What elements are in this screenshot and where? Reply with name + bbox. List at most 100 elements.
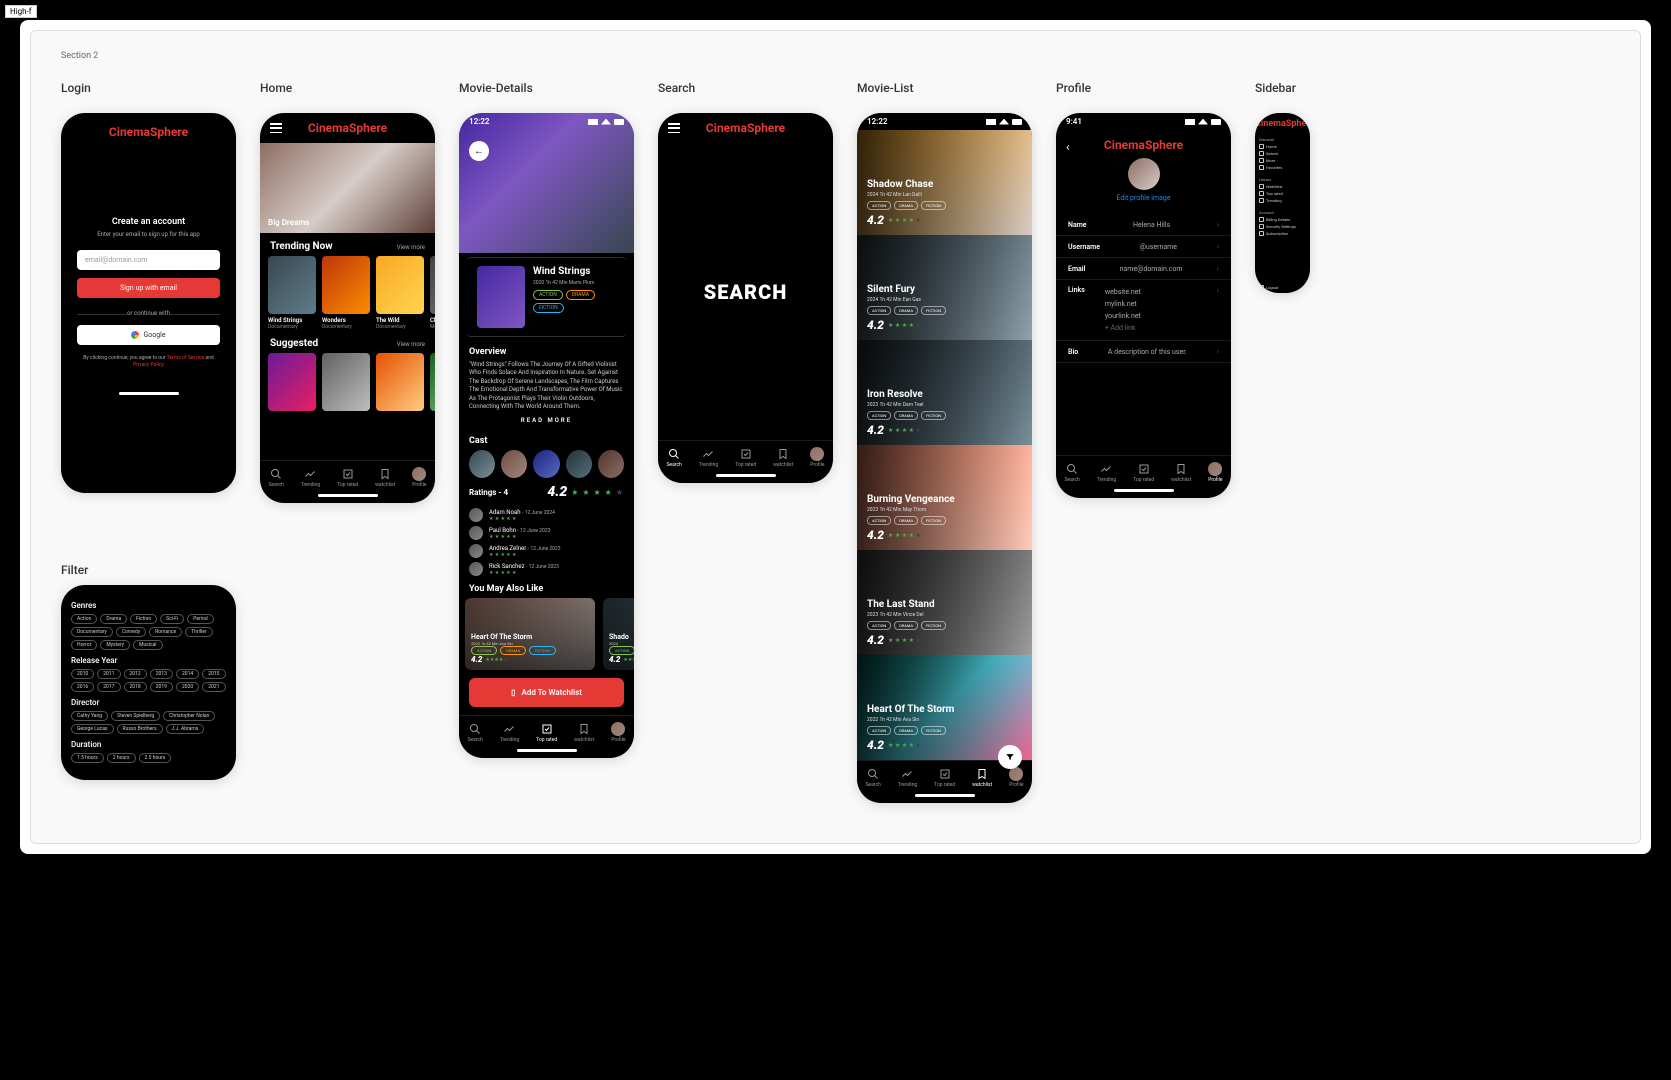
- movie-card[interactable]: Iron Resolve2023 1h 42 Min Dam TeelACTIO…: [857, 340, 1032, 445]
- filter-chip[interactable]: Christopher Nolan: [163, 711, 215, 721]
- add-link-button[interactable]: + Add link: [1105, 322, 1217, 334]
- filter-chip[interactable]: Sci-Fi: [160, 614, 184, 624]
- hero-banner[interactable]: Big Dreams: [260, 143, 435, 233]
- cast-avatar[interactable]: [533, 450, 559, 478]
- filter-chip[interactable]: 2015: [202, 669, 225, 679]
- sidebar-item[interactable]: Security Settings: [1259, 223, 1306, 230]
- movie-card[interactable]: The Last Stand2023 1h 42 Min Vince DelAC…: [857, 550, 1032, 655]
- filter-chip[interactable]: Musical: [133, 640, 162, 650]
- add-watchlist-button[interactable]: ▯ Add To Watchlist: [469, 678, 624, 707]
- filter-chip[interactable]: Mystery: [100, 640, 130, 650]
- view-more-link[interactable]: View more: [397, 244, 425, 251]
- filter-chip[interactable]: Action: [71, 614, 97, 624]
- signup-button[interactable]: Sign up with email: [77, 278, 220, 298]
- menu-icon[interactable]: [668, 123, 680, 133]
- filter-chip[interactable]: 2013: [150, 669, 173, 679]
- filter-chip[interactable]: 2012: [124, 669, 147, 679]
- nav-trending[interactable]: Trending: [699, 447, 718, 468]
- filter-chip[interactable]: Romance: [149, 627, 182, 637]
- sidebar-item[interactable]: Favorites: [1259, 164, 1306, 171]
- cast-avatar[interactable]: [469, 450, 495, 478]
- nav-watchlist[interactable]: watchlist: [375, 467, 395, 488]
- nav-top rated[interactable]: Top rated: [934, 767, 955, 788]
- nav-top rated[interactable]: Top rated: [735, 447, 756, 468]
- filter-chip[interactable]: 2 hours: [107, 753, 136, 763]
- genre-chip[interactable]: DRAMA: [566, 290, 595, 300]
- cast-avatar[interactable]: [598, 450, 624, 478]
- cast-avatar[interactable]: [501, 450, 527, 478]
- poster-card[interactable]: WondersDocumentary: [322, 256, 370, 330]
- sidebar-item[interactable]: Home: [1259, 143, 1306, 150]
- nav-profile[interactable]: Profile: [1009, 767, 1023, 788]
- back-button[interactable]: ‹: [1066, 140, 1070, 154]
- filter-chip[interactable]: 2011: [97, 669, 120, 679]
- sidebar-item[interactable]: Top rated: [1259, 190, 1306, 197]
- profile-link[interactable]: website.net: [1105, 286, 1217, 298]
- filter-chip[interactable]: Drama: [100, 614, 127, 624]
- edit-image-link[interactable]: Edit profile image: [1068, 194, 1219, 202]
- cast-avatar[interactable]: [566, 450, 592, 478]
- nav-top rated[interactable]: Top rated: [1133, 462, 1154, 483]
- sidebar-item[interactable]: Watchlist: [1259, 183, 1306, 190]
- filter-chip[interactable]: Documentary: [71, 627, 113, 637]
- profile-avatar[interactable]: [1128, 158, 1160, 190]
- filter-chip[interactable]: Thriller: [185, 627, 212, 637]
- nav-search[interactable]: Search: [666, 447, 681, 468]
- nav-search[interactable]: Search: [467, 722, 482, 743]
- nav-search[interactable]: Search: [1064, 462, 1079, 483]
- poster-card[interactable]: [376, 353, 424, 411]
- filter-chip[interactable]: Russo Brothers: [117, 724, 163, 734]
- filter-chip[interactable]: 2.5 hours: [139, 753, 172, 763]
- movie-card[interactable]: Shadow Chase2024 1h 42 Min Lan DalliACTI…: [857, 130, 1032, 235]
- filter-chip[interactable]: J.J. Abrams: [166, 724, 205, 734]
- poster-card[interactable]: [322, 353, 370, 411]
- google-button[interactable]: Google: [77, 325, 220, 345]
- nav-profile[interactable]: Profile: [1208, 462, 1222, 483]
- filter-chip[interactable]: 2019: [150, 682, 173, 692]
- movie-card[interactable]: Silent Fury2024 1h 42 Min Ean GasACTIOND…: [857, 235, 1032, 340]
- profile-link[interactable]: yourlink.net: [1105, 310, 1217, 322]
- filter-chip[interactable]: 2017: [97, 682, 120, 692]
- filter-chip[interactable]: 2010: [71, 669, 94, 679]
- filter-chip[interactable]: Horror: [71, 640, 97, 650]
- filter-chip[interactable]: 2016: [71, 682, 94, 692]
- logout-button[interactable]: Logout: [1259, 284, 1306, 291]
- nav-trending[interactable]: Trending: [1097, 462, 1116, 483]
- filter-fab[interactable]: [998, 745, 1022, 769]
- filter-chip[interactable]: 2018: [124, 682, 147, 692]
- filter-chip[interactable]: Comedy: [116, 627, 146, 637]
- nav-profile[interactable]: Profile: [611, 722, 625, 743]
- view-more-link[interactable]: View more: [397, 341, 425, 348]
- sidebar-item[interactable]: Subscription: [1259, 230, 1306, 237]
- poster-card[interactable]: [430, 353, 435, 411]
- movie-card[interactable]: Burning Vengeance2023 1h 42 Min May Thom…: [857, 445, 1032, 550]
- profile-link[interactable]: mylink.net: [1105, 298, 1217, 310]
- nav-trending[interactable]: Trending: [500, 722, 519, 743]
- nav-watchlist[interactable]: watchlist: [574, 722, 594, 743]
- filter-chip[interactable]: Period: [187, 614, 213, 624]
- nav-search[interactable]: Search: [268, 467, 283, 488]
- sidebar-item[interactable]: More: [1259, 157, 1306, 164]
- back-button[interactable]: ←: [469, 141, 489, 161]
- recommendation-card[interactable]: Shado2024 ACTIONDRAMAFICTION4.2★★★★★: [603, 598, 634, 670]
- poster-card[interactable]: The WildDocumentary: [376, 256, 424, 330]
- email-input[interactable]: email@domain.com: [77, 250, 220, 270]
- filter-chip[interactable]: George Lucas: [71, 724, 114, 734]
- privacy-link[interactable]: Privacy Policy: [133, 362, 164, 368]
- nav-watchlist[interactable]: watchlist: [1171, 462, 1191, 483]
- filter-chip[interactable]: Cathy Yang: [71, 711, 108, 721]
- genre-chip[interactable]: FICTION: [533, 303, 564, 313]
- poster-card[interactable]: [268, 353, 316, 411]
- menu-icon[interactable]: [270, 123, 282, 133]
- nav-top rated[interactable]: Top rated: [536, 722, 557, 743]
- filter-chip[interactable]: Fiction: [130, 614, 157, 624]
- filter-chip[interactable]: Steven Spielberg: [111, 711, 160, 721]
- nav-profile[interactable]: Profile: [412, 467, 426, 488]
- read-more-button[interactable]: READ MORE: [459, 411, 634, 430]
- nav-watchlist[interactable]: watchlist: [773, 447, 793, 468]
- sidebar-item[interactable]: Trending: [1259, 197, 1306, 204]
- sidebar-item[interactable]: Billing Details: [1259, 216, 1306, 223]
- profile-row[interactable]: Emailname@domain.com›: [1056, 258, 1231, 280]
- filter-chip[interactable]: 2020: [176, 682, 199, 692]
- movie-card[interactable]: Heart Of The Storm2022 1h 42 Min Ava Sin…: [857, 655, 1032, 760]
